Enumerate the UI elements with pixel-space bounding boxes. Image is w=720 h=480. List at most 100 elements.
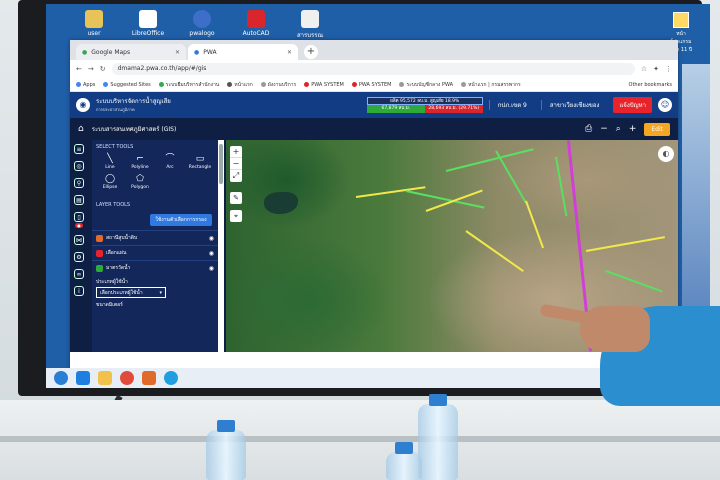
desktop-icon-pwalogo[interactable]: pwalogo [184, 10, 220, 40]
tool-label: Ellipse [102, 185, 118, 190]
bookmark-item[interactable]: PWA SYSTEM [304, 81, 344, 88]
locate-icon[interactable]: ⌖ [230, 210, 242, 222]
road [425, 189, 483, 212]
bookmark-item[interactable]: Apps [76, 81, 95, 88]
desktop-icon-libreoffice[interactable]: LibreOffice [130, 10, 166, 40]
bookmark-item[interactable]: ผังงานบริการ [260, 81, 297, 89]
desktop-icon-autocad[interactable]: AutoCAD [238, 10, 274, 40]
print-icon[interactable]: ⎙ [585, 124, 592, 134]
gear-icon[interactable]: ⚙ [74, 252, 84, 262]
bookmark-item[interactable]: ระบบบัญชีกลาง PWA [399, 81, 453, 89]
branch-select[interactable]: สาขาเวียงเชียงของ [540, 100, 608, 110]
panel-scrollbar[interactable] [218, 140, 224, 352]
layer-item[interactable]: สถานีสูบน้ำดิบ ◉ [92, 230, 218, 245]
extensions-icon[interactable]: ✦ [653, 65, 659, 73]
desktop-icon-label: สารบรรณ [296, 32, 324, 39]
user-type-select[interactable]: เลือกประเภทผู้ใช้น้ำ ▾ [96, 287, 166, 298]
tool-polyline[interactable]: ⌐ Polyline [126, 154, 154, 170]
bookmark-item[interactable]: หน้าแรก [227, 81, 253, 89]
bookmark-item[interactable]: หน้าแรก | กรมสรรพากร [461, 81, 521, 89]
pin-icon[interactable]: ⚲ [74, 178, 84, 188]
layer-label: มาตรวัดน้ำ [106, 265, 131, 271]
zoom-in-icon[interactable]: + [629, 124, 637, 134]
tool-label: Line [105, 165, 115, 170]
tab-pwa[interactable]: ● PWA ✕ [188, 44, 298, 60]
pipe-icon [96, 249, 103, 257]
desktop-icon-user[interactable]: user [76, 10, 112, 40]
info-icon[interactable]: i [74, 286, 84, 296]
document-icon[interactable]: ▯ [74, 212, 84, 222]
region-select[interactable]: กปภ.เขต 9 [488, 100, 535, 110]
chart-icon[interactable]: ▤ [74, 195, 84, 205]
bookmark-item[interactable]: ระบบยืมบริหารสำนักงาน [158, 81, 220, 89]
tool-line[interactable]: ╲ Line [96, 154, 124, 170]
layer-tools-heading: LAYER TOOLS [96, 202, 131, 208]
star-icon[interactable]: ☆ [641, 65, 647, 73]
basemap-icon[interactable]: ◐ [658, 146, 674, 162]
apply-filter-button[interactable]: ใช้งานตัวเลือกการกรอง [150, 214, 212, 226]
report-problem-button[interactable]: แจ้งปัญหา [613, 97, 652, 113]
bookmark-item[interactable]: PWA SYSTEM [351, 81, 391, 88]
zoom-out-icon[interactable]: − [230, 158, 242, 170]
url-input[interactable]: dmama2.pwa.co.th/app/#/gis [111, 63, 635, 75]
eye-icon[interactable]: ◉ [209, 265, 214, 272]
layer-item[interactable]: มาตรวัดน้ำ ◉ [92, 260, 218, 275]
new-badge: ● [75, 223, 83, 228]
polygon-icon: ⬠ [136, 174, 144, 184]
chrome-icon[interactable] [120, 371, 134, 385]
home-icon[interactable]: ⌂ [78, 124, 84, 134]
stat-loss: 28,693 ลบ.ม. (29.71%) [424, 105, 483, 113]
shelf-edge [0, 436, 720, 442]
network-icon[interactable]: ⋈ [74, 235, 84, 245]
tool-polygon[interactable]: ⬠ Polygon [126, 174, 154, 190]
bookmark-label: ระบบยืมบริหารสำนักงาน [165, 81, 220, 88]
layer-item[interactable]: เลือกแผ่น ◉ [92, 245, 218, 260]
user-icon[interactable]: ☺ [658, 98, 672, 112]
new-tab-button[interactable]: + [304, 45, 318, 59]
water-bottle [206, 430, 246, 480]
media-icon[interactable] [142, 371, 156, 385]
link-icon[interactable]: ∞ [74, 269, 84, 279]
bottle-cap [429, 394, 447, 406]
tool-ellipse[interactable]: ◯ Ellipse [96, 174, 124, 190]
desktop-icon-document[interactable]: สารบรรณ [292, 10, 328, 40]
back-icon[interactable]: ← [76, 65, 82, 73]
bookmark-item[interactable]: Suggested Sites [103, 81, 151, 88]
forward-icon[interactable]: → [88, 65, 94, 73]
explorer-icon[interactable] [98, 371, 112, 385]
globe-icon: ● [194, 48, 200, 56]
scrollbar-thumb[interactable] [219, 144, 223, 184]
edge-icon[interactable] [164, 371, 178, 385]
tab-title: PWA [203, 48, 217, 56]
bookmark-label: Suggested Sites [110, 81, 151, 88]
tab-title: Google Maps [91, 48, 131, 56]
menu-icon[interactable]: ⋮ [665, 65, 672, 73]
select-tools-grid: ╲ Line ⌐ Polyline ⌒ Arc ▭ Rectangle ◯ Ellipse… [92, 152, 218, 192]
layers-icon[interactable]: ≡ [74, 144, 84, 154]
left-rail: ≡ ◎ ⚲ ▤ ▯ ● ⋈ ⚙ ∞ i [70, 140, 88, 352]
eye-icon[interactable]: ◉ [209, 250, 214, 257]
zoom-out-icon[interactable]: − [600, 124, 608, 134]
start-icon[interactable] [54, 371, 68, 385]
ie-icon[interactable] [76, 371, 90, 385]
other-bookmarks[interactable]: Other bookmarks [629, 82, 672, 88]
road [605, 270, 663, 293]
tool-rectangle[interactable]: ▭ Rectangle [186, 154, 214, 170]
zoom-search-icon[interactable]: ⌕ [616, 124, 621, 134]
ruler-icon[interactable]: ✎ [230, 192, 242, 204]
gis-toolbar: ⌂ ระบบสารสนเทศภูมิศาสตร์ (GIS) ⎙ − ⌕ + E… [70, 118, 678, 140]
fullscreen-icon[interactable]: ⤢ [230, 170, 242, 182]
bookmark-label: ระบบบัญชีกลาง PWA [406, 81, 454, 88]
eye-icon[interactable]: ◉ [209, 235, 214, 242]
map-zoom-control: + − ⤢ [230, 146, 242, 182]
globe-icon[interactable]: ◎ [74, 161, 84, 171]
reload-icon[interactable]: ↻ [100, 65, 106, 73]
tab-google-maps[interactable]: ● Google Maps ✕ [76, 44, 186, 60]
close-icon[interactable]: ✕ [175, 49, 180, 56]
zoom-in-icon[interactable]: + [230, 146, 242, 158]
meter-icon [96, 264, 103, 272]
edit-button[interactable]: Edit [644, 122, 670, 136]
tool-arc[interactable]: ⌒ Arc [156, 154, 184, 170]
bookmark-label: ผังงานบริการ [267, 81, 297, 88]
close-icon[interactable]: ✕ [287, 49, 292, 56]
